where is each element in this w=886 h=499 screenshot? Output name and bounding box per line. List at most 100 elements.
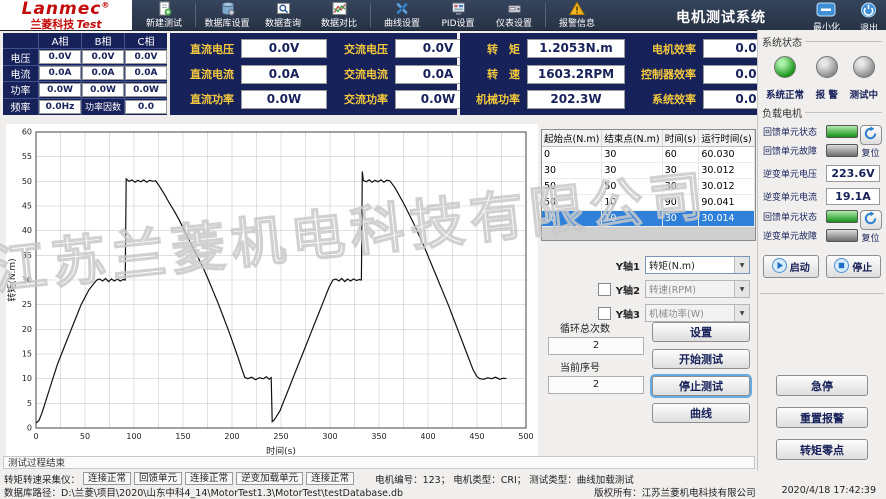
- run-table-row[interactable]: 0306060.030: [542, 147, 755, 163]
- mech-meter-value-cell: 1.2053N.m: [527, 39, 625, 58]
- connection-status-bar: 转矩转速采集仪： 连接正常 回馈单元 连接正常 逆变加载单元 连接正常 电机编号…: [0, 472, 886, 485]
- torque-zero-button[interactable]: 转矩零点: [776, 439, 868, 460]
- svg-text:10: 10: [22, 374, 32, 383]
- toolbar-button-compare[interactable]: 数据对比: [311, 1, 367, 29]
- phase-value-cell: 0.0W: [125, 82, 167, 98]
- mech-meter-label: 机械功率: [468, 91, 520, 107]
- toolbar-divider: [370, 3, 371, 27]
- phase-col-header: A相: [39, 33, 82, 49]
- cycle-area: 循环总次数 2 当前序号 2: [548, 318, 644, 398]
- right-panel: 系统状态 系统正常 报 警 测试中 负载电机 回馈单元状态 回馈单元故障 复位 …: [757, 30, 886, 471]
- svg-text:0: 0: [27, 424, 32, 433]
- toolbar-button-label: 新建测试: [146, 16, 182, 29]
- y-axis-label-2: Y轴2: [616, 282, 640, 297]
- dc-ac-meters: 直流电压0.0V交流电压0.0V直流电流0.0A交流电流0.0A直流功率0.0W…: [170, 33, 457, 115]
- dcac-meter-label: 交流功率: [332, 91, 388, 107]
- toolbar-button-alarm[interactable]: 报警信息: [549, 1, 605, 29]
- inverter-voltage-value: 223.6V: [826, 165, 880, 182]
- phase-value: 0.0A: [39, 66, 81, 80]
- reset-button-1[interactable]: [860, 125, 882, 145]
- mech-meter-label: 转 速: [468, 66, 520, 82]
- svg-text:15: 15: [22, 350, 32, 359]
- start-test-button[interactable]: 开始测试: [652, 349, 750, 369]
- reset-button-2[interactable]: [860, 210, 882, 230]
- mech-meter-label: 转 矩: [468, 41, 520, 57]
- toolbar-button-pid[interactable]: PID设置: [430, 1, 486, 29]
- mech-meter-value-cell: 202.3W: [527, 90, 625, 109]
- compare-icon: [332, 1, 347, 15]
- phase-row-label: 电压: [3, 49, 39, 65]
- toolbar-button-new-test[interactable]: 新建测试: [136, 1, 192, 29]
- toolbar-button-instrument[interactable]: 仪表设置: [486, 1, 542, 29]
- svg-text:20: 20: [22, 325, 32, 334]
- database-icon: [220, 1, 235, 15]
- cycle-total-field[interactable]: 2: [548, 337, 644, 355]
- system-status-leds: 系统正常 报 警 测试中: [758, 49, 886, 101]
- y-axis-label-1: Y轴1: [616, 258, 640, 273]
- power-factor-value-cell: 0.0: [125, 99, 167, 115]
- phase-corner: [3, 33, 39, 49]
- dcac-meter-value-cell: 0.0W: [241, 90, 325, 109]
- toolbar-button-label: 仪表设置: [496, 16, 532, 29]
- phase-value-cell: 0.0V: [125, 49, 167, 65]
- minimize-button[interactable]: 最小化: [813, 2, 840, 33]
- svg-text:250: 250: [273, 432, 288, 441]
- run-steps-table-box: 起始点(N.m)结束点(N.m)时间(s)运行时间(s)0306060.0303…: [541, 129, 756, 241]
- reset-alarm-button[interactable]: 重置报警: [776, 407, 868, 428]
- led-alarm: [816, 56, 838, 78]
- pid-icon: [451, 1, 466, 15]
- svg-text:35: 35: [22, 251, 32, 260]
- phase-value: 0.0A: [125, 66, 167, 80]
- phase-value-cell: 0.0V: [82, 49, 125, 65]
- svg-text:55: 55: [22, 152, 32, 161]
- start-button[interactable]: 启动: [763, 255, 819, 278]
- toolbar-button-database[interactable]: 数据库设置: [199, 1, 255, 29]
- y-axis-select-2: 转速(RPM)▼: [645, 280, 750, 298]
- feedback-fault-bar: [826, 144, 858, 157]
- phase-value-cell: 0.0A: [125, 66, 167, 82]
- new-test-icon: [157, 1, 172, 15]
- phase-value-cell: 0.0W: [39, 82, 82, 98]
- svg-text:400: 400: [420, 432, 435, 441]
- divider: [760, 293, 884, 294]
- phase-row-label: 功率: [3, 82, 39, 98]
- dcac-meter-value: 0.0W: [241, 90, 327, 109]
- curve-settings-icon: [394, 1, 410, 15]
- stop-button[interactable]: 停止: [826, 255, 882, 278]
- alarm-icon: [569, 1, 585, 15]
- run-table-row[interactable]: 50503030.012: [542, 179, 755, 195]
- mech-meter-label: 电机效率: [632, 41, 696, 57]
- power-factor-value: 0.0: [125, 100, 167, 114]
- emergency-stop-button[interactable]: 急停: [776, 375, 868, 396]
- y-axis-select-1[interactable]: 转矩(N.m)▼: [645, 256, 750, 274]
- y-axis-select-value: 机械功率(W): [646, 306, 734, 320]
- curve-button[interactable]: 曲线: [652, 403, 750, 423]
- dcac-meter-label: 交流电流: [332, 66, 388, 82]
- toolbar-button-label: 曲线设置: [384, 16, 420, 29]
- lanmec-logo: Lanmec® 兰菱科技Test: [0, 0, 132, 30]
- toolbar-button-curve-settings[interactable]: 曲线设置: [374, 1, 430, 29]
- title-bar: Lanmec® 兰菱科技Test 新建测试 数据库设置数据查询数据对比曲线设置 PI…: [0, 0, 886, 31]
- mech-meter-label: 控制器效率: [632, 66, 696, 82]
- collector-label: 转矩转速采集仪：: [4, 472, 80, 486]
- db-path-label: 数据库路径：: [4, 485, 61, 499]
- mech-meter-value: 1603.2RPM: [527, 65, 625, 84]
- toolbar-button-search[interactable]: 数据查询: [255, 1, 311, 29]
- logo-subtext: 兰菱科技Test: [30, 19, 101, 30]
- phase-table: A相B相C相电压0.0V0.0V0.0V电流0.0A0.0A0.0A功率0.0W…: [3, 33, 167, 115]
- run-table-row[interactable]: 50109090.041: [542, 195, 755, 211]
- frequency-value: 0.0Hz: [39, 100, 81, 114]
- y-axis-checkbox-2[interactable]: [598, 283, 611, 296]
- toolbar-divider: [545, 3, 546, 27]
- stop-test-button[interactable]: 停止测试: [652, 376, 750, 396]
- settings-button[interactable]: 设置: [652, 322, 750, 342]
- cycle-current-field[interactable]: 2: [548, 376, 644, 394]
- db-path-value: D:\兰菱\项目\2020\山东中科4_14\MotorTest1.3\Moto…: [61, 485, 403, 499]
- run-table-header: 起始点(N.m): [542, 130, 602, 147]
- run-table-row[interactable]: 30303030.012: [542, 163, 755, 179]
- copyright-text: 版权所有：江苏兰菱机电科技有限公司: [594, 485, 756, 499]
- inverter-fault-bar: [826, 229, 858, 242]
- toolbar: 新建测试 数据库设置数据查询数据对比曲线设置 PID设置仪表设置 报警信息: [136, 0, 605, 30]
- svg-text:40: 40: [22, 226, 32, 235]
- run-table-row[interactable]: 10103030.014: [542, 211, 755, 227]
